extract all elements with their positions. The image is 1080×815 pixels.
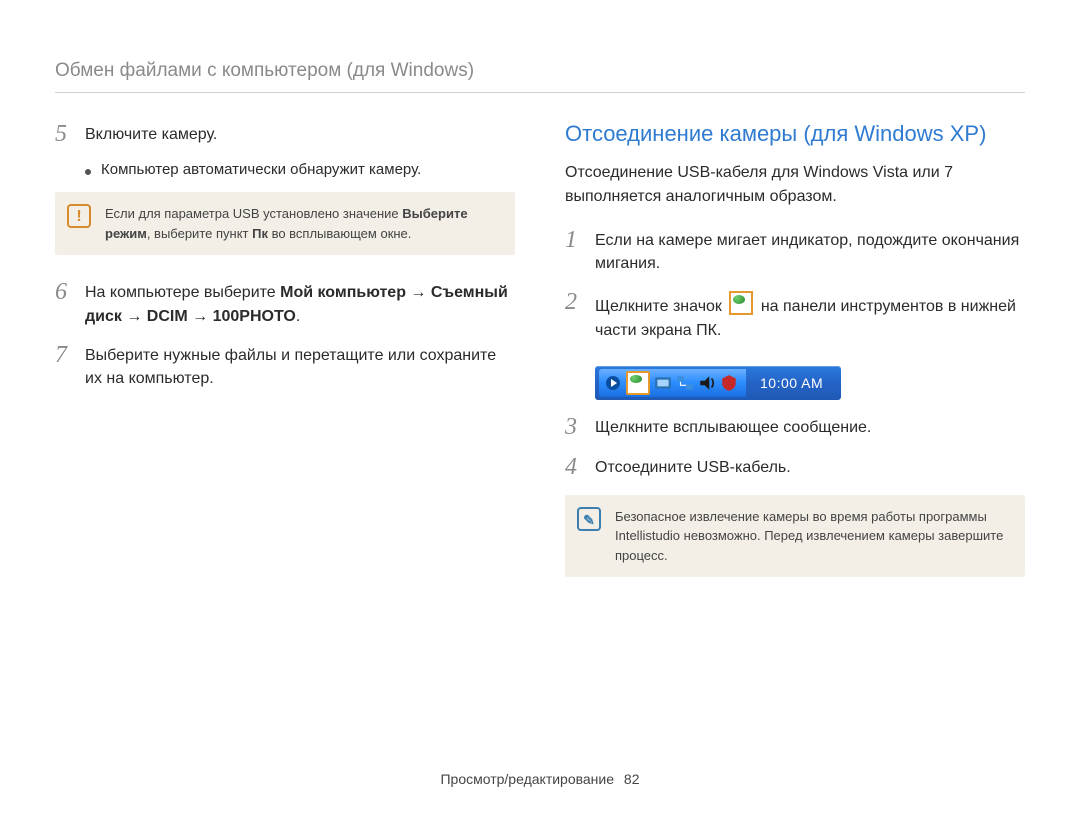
step-body: Щелкните всплывающее сообщение. bbox=[595, 414, 1025, 439]
step-body: Отсоедините USB-кабель. bbox=[595, 454, 1025, 479]
step-6-post: . bbox=[296, 308, 300, 325]
arrow: → bbox=[122, 308, 147, 325]
step-2: 2 Щелкните значок на панели инструментов… bbox=[565, 289, 1025, 341]
bullet-icon bbox=[85, 169, 91, 175]
step-number: 4 bbox=[565, 454, 595, 480]
step-number: 1 bbox=[565, 227, 595, 253]
step-number: 3 bbox=[565, 414, 595, 440]
section-intro: Отсоединение USB-кабеля для Windows Vist… bbox=[565, 161, 1025, 209]
safely-remove-hardware-icon bbox=[626, 371, 650, 395]
arrow: → bbox=[406, 284, 431, 301]
warning-bold-2: Пк bbox=[252, 226, 268, 241]
arrow: → bbox=[188, 308, 213, 325]
step-6-bold-4: 100PHOTO bbox=[213, 308, 296, 325]
step-6-bold-1: Мой компьютер bbox=[280, 284, 406, 301]
info-text: Безопасное извлечение камеры во время ра… bbox=[615, 509, 1003, 563]
warning-text-post: во всплывающем окне. bbox=[268, 226, 411, 241]
step-2-pre: Щелкните значок bbox=[595, 298, 726, 315]
antivirus-tray-icon bbox=[720, 374, 738, 392]
step-body: Если на камере мигает индикатор, подожди… bbox=[595, 227, 1025, 275]
left-column: 5 Включите камеру. Компьютер автоматичес… bbox=[55, 121, 515, 601]
step-4: 4 Отсоедините USB-кабель. bbox=[565, 454, 1025, 480]
footer-section: Просмотр/редактирование bbox=[440, 771, 614, 787]
manual-page: Обмен файлами с компьютером (для Windows… bbox=[0, 0, 1080, 815]
step-number: 7 bbox=[55, 342, 85, 368]
tray-icon-area bbox=[599, 369, 746, 397]
page-header: Обмен файлами с компьютером (для Windows… bbox=[55, 60, 1025, 93]
info-icon: ✎ bbox=[577, 507, 601, 531]
step-5-bullet: Компьютер автоматически обнаружит камеру… bbox=[55, 161, 515, 178]
step-7: 7 Выберите нужные файлы и перетащите или… bbox=[55, 342, 515, 390]
step-3: 3 Щелкните всплывающее сообщение. bbox=[565, 414, 1025, 440]
step-6-bold-3: DCIM bbox=[147, 308, 188, 325]
tray-clock: 10:00 AM bbox=[746, 375, 837, 391]
right-column: Отсоединение камеры (для Windows XP) Отс… bbox=[565, 121, 1025, 601]
network-tray-icon bbox=[676, 374, 694, 392]
media-player-icon bbox=[604, 374, 622, 392]
graphics-tray-icon bbox=[654, 374, 672, 392]
info-note: ✎ Безопасное извлечение камеры во время … bbox=[565, 495, 1025, 578]
warning-note: ! Если для параметра USB установлено зна… bbox=[55, 192, 515, 255]
step-body: Включите камеру. bbox=[85, 121, 515, 146]
step-1: 1 Если на камере мигает индикатор, подож… bbox=[565, 227, 1025, 275]
bullet-text: Компьютер автоматически обнаружит камеру… bbox=[101, 161, 421, 178]
section-title: Отсоединение камеры (для Windows XP) bbox=[565, 121, 1025, 147]
step-body: Щелкните значок на панели инструментов в… bbox=[595, 289, 1025, 341]
step-6: 6 На компьютере выберите Мой компьютер →… bbox=[55, 279, 515, 327]
step-5: 5 Включите камеру. bbox=[55, 121, 515, 147]
step-6-pre: На компьютере выберите bbox=[85, 284, 280, 301]
volume-tray-icon bbox=[698, 374, 716, 392]
warning-icon: ! bbox=[67, 204, 91, 228]
step-body: Выберите нужные файлы и перетащите или с… bbox=[85, 342, 515, 390]
windows-xp-taskbar-tray: 10:00 AM bbox=[595, 366, 841, 400]
page-number: 82 bbox=[624, 771, 640, 787]
warning-text-pre: Если для параметра USB установлено значе… bbox=[105, 206, 402, 221]
content-columns: 5 Включите камеру. Компьютер автоматичес… bbox=[55, 121, 1025, 601]
warning-text-mid: , выберите пункт bbox=[147, 226, 252, 241]
page-footer: Просмотр/редактирование 82 bbox=[0, 771, 1080, 787]
step-number: 5 bbox=[55, 121, 85, 147]
step-body: На компьютере выберите Мой компьютер → С… bbox=[85, 279, 515, 327]
step-number: 2 bbox=[565, 289, 595, 315]
safely-remove-hardware-icon bbox=[729, 291, 753, 315]
step-number: 6 bbox=[55, 279, 85, 305]
